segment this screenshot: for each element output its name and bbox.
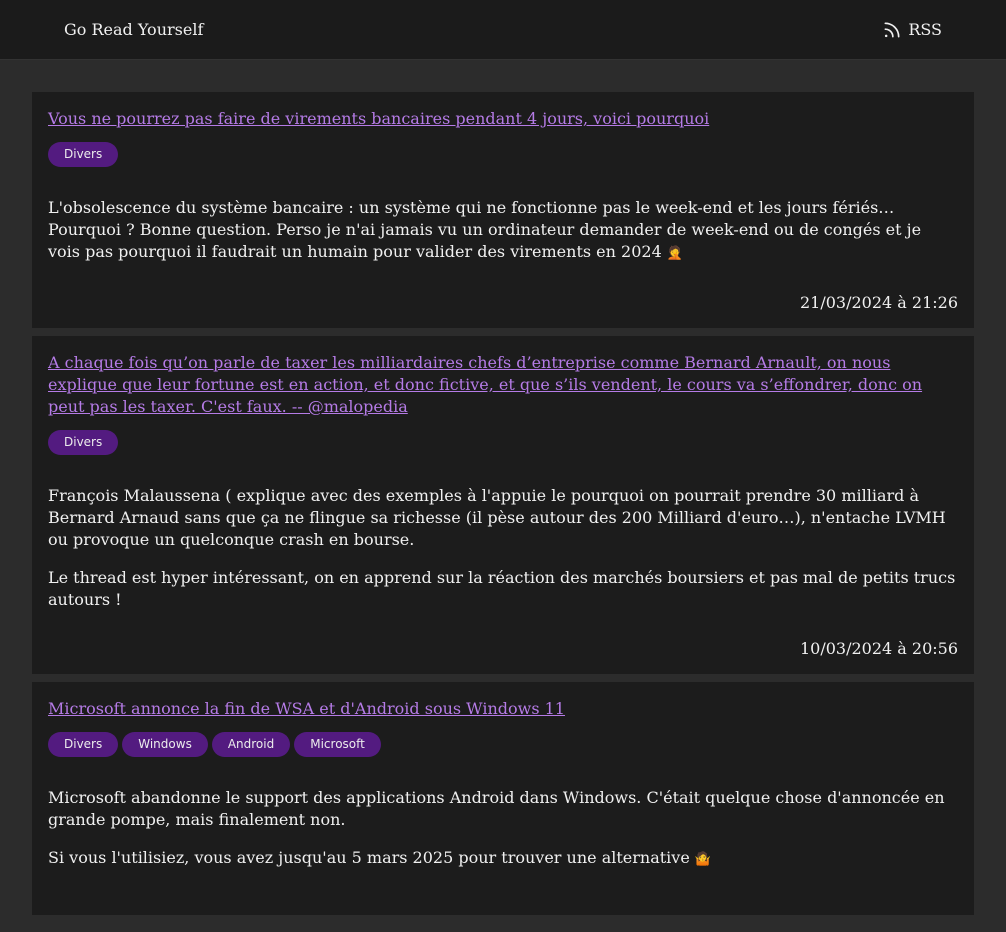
post-card: Vous ne pourrez pas faire de virements b… [32, 92, 974, 328]
tag-badge[interactable]: Windows [122, 732, 208, 757]
top-navbar: Go Read Yourself RSS [0, 0, 1006, 60]
tag-list: Divers [48, 142, 958, 167]
post-list: Vous ne pourrez pas faire de virements b… [0, 60, 1006, 915]
post-title-link[interactable]: A chaque fois qu’on parle de taxer les m… [48, 352, 958, 418]
tag-badge[interactable]: Microsoft [294, 732, 381, 757]
rss-label: RSS [908, 20, 942, 39]
post-title-link[interactable]: Vous ne pourrez pas faire de virements b… [48, 108, 958, 130]
rss-icon [884, 22, 900, 38]
post-title-link[interactable]: Microsoft annonce la fin de WSA et d'And… [48, 698, 958, 720]
post-paragraph: Le thread est hyper intéressant, on en a… [48, 568, 956, 609]
tag-badge[interactable]: Divers [48, 732, 119, 757]
post-date: 21/03/2024 à 21:26 [799, 293, 958, 312]
site-brand-link[interactable]: Go Read Yourself [64, 20, 203, 39]
post-body: Microsoft abandonne le support des appli… [48, 787, 958, 871]
post-date: 10/03/2024 à 20:56 [799, 639, 958, 658]
post-paragraph: François Malaussena ( explique avec des … [48, 486, 946, 549]
post-paragraph: Si vous l'utilisiez, vous avez jusqu'au … [48, 847, 958, 871]
post-card: Microsoft annonce la fin de WSA et d'And… [32, 682, 974, 915]
facepalm-emoji-icon: 🤦 [666, 246, 684, 261]
post-body: L'obsolescence du système bancaire : un … [48, 197, 958, 265]
post-paragraph: L'obsolescence du système bancaire : un … [48, 197, 958, 265]
post-paragraph: Microsoft abandonne le support des appli… [48, 788, 945, 829]
shrug-emoji-icon: 🤷 [694, 852, 712, 867]
post-body: François Malaussena ( explique avec des … [48, 485, 958, 611]
tag-list: Divers [48, 430, 958, 455]
tag-badge[interactable]: Divers [48, 430, 119, 455]
tag-badge[interactable]: Android [211, 732, 291, 757]
tag-badge[interactable]: Divers [48, 142, 119, 167]
post-card: A chaque fois qu’on parle de taxer les m… [32, 336, 974, 674]
rss-link[interactable]: RSS [882, 20, 942, 40]
tag-list: Divers Windows Android Microsoft [48, 732, 958, 757]
